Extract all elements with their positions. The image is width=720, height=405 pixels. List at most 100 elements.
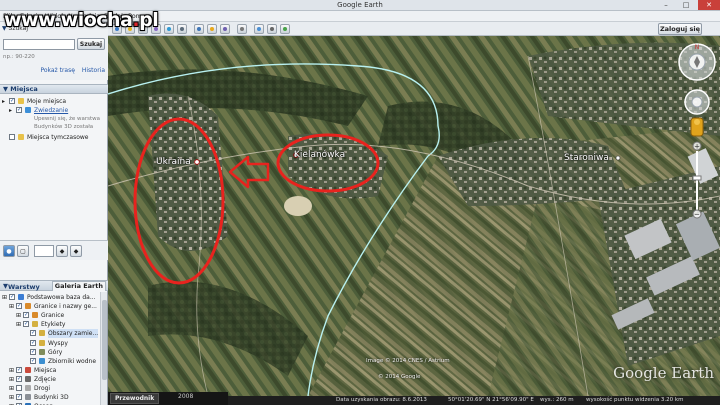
map-view[interactable]: Ukraina Kielanówka Staroniwa Image © 201… bbox=[108, 36, 720, 396]
clock-icon bbox=[197, 27, 201, 31]
layer-label: Zbiorniki wodne bbox=[48, 357, 97, 365]
search-button[interactable]: Szukaj bbox=[77, 38, 105, 50]
layer-item[interactable]: ✓ Góry bbox=[0, 348, 108, 357]
minimize-button[interactable]: – bbox=[658, 0, 674, 10]
places-controls: ● ▢ ◆ ◆ bbox=[0, 240, 108, 260]
next-button[interactable]: ◆ bbox=[70, 245, 82, 257]
layer-checkbox[interactable]: ✓ bbox=[30, 330, 36, 337]
overlay-icon bbox=[167, 27, 171, 31]
tab-earth-gallery[interactable]: Galeria Earth bbox=[51, 281, 106, 291]
email-button[interactable] bbox=[254, 24, 264, 34]
layers-header: ▼ Warstwy Galeria Earth bbox=[0, 280, 108, 291]
layer-item[interactable]: ✓ Obszary zamie... bbox=[0, 329, 108, 339]
layer-checkbox[interactable]: ✓ bbox=[16, 394, 22, 401]
tab-layers[interactable]: ▼ Warstwy bbox=[3, 282, 40, 291]
checkbox[interactable] bbox=[9, 134, 15, 140]
planet-icon bbox=[223, 27, 227, 31]
expand-icon[interactable]: ⊞ bbox=[9, 366, 14, 375]
layer-label: Zdjęcie bbox=[34, 375, 56, 383]
search-input[interactable] bbox=[3, 39, 75, 50]
place-label[interactable]: Zwiedzanie bbox=[34, 106, 68, 115]
layer-item[interactable]: ⊞ ✓ Miejsca bbox=[0, 366, 108, 375]
folder-icon bbox=[18, 98, 24, 104]
map-label-staroniwa[interactable]: Staroniwa bbox=[564, 153, 609, 163]
expand-icon[interactable]: ⊞ bbox=[2, 293, 7, 302]
expand-icon[interactable]: ⊞ bbox=[9, 384, 14, 393]
layer-checkbox[interactable]: ✓ bbox=[30, 348, 36, 355]
layer-checkbox[interactable]: ✓ bbox=[16, 375, 22, 382]
google-maps-button[interactable] bbox=[280, 24, 290, 34]
layer-label: Etykiety bbox=[41, 321, 66, 329]
login-button[interactable]: Zaloguj się bbox=[658, 23, 702, 35]
layer-label: Granice bbox=[41, 312, 65, 320]
window-title: Google Earth bbox=[337, 1, 383, 9]
layer-label: Miejsca bbox=[34, 366, 57, 374]
maximize-button[interactable]: □ bbox=[678, 0, 694, 10]
map-label-ukraina[interactable]: Ukraina bbox=[156, 157, 191, 167]
imagery-date: Data uzyskania obrazu: 8.6.2013 bbox=[336, 397, 427, 403]
expand-icon[interactable]: ⊞ bbox=[9, 302, 14, 311]
layer-checkbox[interactable]: ✓ bbox=[23, 312, 29, 319]
expand-icon[interactable]: ⊞ bbox=[9, 375, 14, 384]
ruler-button[interactable] bbox=[237, 24, 247, 34]
layer-checkbox[interactable]: ✓ bbox=[16, 366, 22, 373]
switch-planet-button[interactable] bbox=[220, 24, 230, 34]
ruler-icon bbox=[240, 27, 244, 31]
layer-item[interactable]: ⊞ ✓ Granice i nazwy ge... bbox=[0, 302, 108, 311]
navigation-controls[interactable]: N + − bbox=[676, 40, 718, 220]
folder-icon bbox=[18, 134, 24, 140]
layer-checkbox[interactable]: ✓ bbox=[23, 321, 29, 328]
place-tour[interactable]: ▸ ✓ Zwiedzanie bbox=[0, 106, 108, 115]
add-overlay-button[interactable] bbox=[164, 24, 174, 34]
layer-checkbox[interactable]: ✓ bbox=[9, 294, 15, 300]
layer-label: Granice i nazwy ge... bbox=[34, 303, 97, 311]
elevation: wys.: 260 m bbox=[540, 397, 574, 403]
close-button[interactable]: ✕ bbox=[698, 0, 720, 10]
checkbox[interactable]: ✓ bbox=[16, 107, 22, 113]
layers-scrollbar[interactable] bbox=[100, 292, 107, 405]
print-button[interactable] bbox=[267, 24, 277, 34]
taskbar: Przewodnik 2008 bbox=[108, 392, 228, 405]
history-link[interactable]: Historia bbox=[82, 67, 105, 74]
tour-icon bbox=[25, 107, 31, 113]
layer-checkbox[interactable]: ✓ bbox=[16, 303, 22, 310]
layer-item[interactable]: ⊞ ✓ Zdjęcie bbox=[0, 375, 108, 384]
street-view-pegman-icon bbox=[690, 117, 704, 137]
expand-icon[interactable]: ⊞ bbox=[16, 320, 21, 329]
toolbar: Zaloguj się bbox=[108, 22, 720, 36]
layer-checkbox[interactable]: ✓ bbox=[30, 357, 36, 364]
places-filter-input[interactable] bbox=[34, 245, 54, 257]
layer-label: Obszary zamie... bbox=[48, 329, 99, 339]
place-my-places[interactable]: ▸ ✓ Moje miejsca bbox=[0, 97, 108, 106]
view-button[interactable]: ▢ bbox=[17, 245, 29, 257]
expand-icon[interactable]: ⊞ bbox=[9, 393, 14, 402]
search-places-button[interactable]: ● bbox=[3, 245, 15, 257]
expand-icon[interactable]: ▸ bbox=[9, 106, 12, 115]
google-earth-logo: Google Earth bbox=[613, 364, 714, 382]
expand-icon[interactable]: ▸ bbox=[2, 97, 5, 106]
sun-icon bbox=[210, 27, 214, 31]
checkbox[interactable]: ✓ bbox=[9, 98, 15, 104]
layer-checkbox[interactable]: ✓ bbox=[30, 339, 36, 346]
places-header[interactable]: ▼ Miejsca bbox=[0, 84, 108, 94]
sunlight-button[interactable] bbox=[207, 24, 217, 34]
layer-checkbox[interactable] bbox=[16, 385, 22, 391]
layer-label: Budynki 3D bbox=[34, 394, 69, 402]
scrollbar-thumb[interactable] bbox=[102, 300, 107, 380]
layer-item[interactable]: ⊞ ✓ Budynki 3D bbox=[0, 393, 108, 402]
place-temporary[interactable]: Miejsca tymczasowe bbox=[0, 133, 108, 142]
layer-item[interactable]: ✓ Wyspy bbox=[0, 339, 108, 348]
map-label-kielanowka[interactable]: Kielanówka bbox=[294, 150, 345, 160]
layer-item[interactable]: ✓ Zbiorniki wodne bbox=[0, 357, 108, 366]
previous-button[interactable]: ◆ bbox=[56, 245, 68, 257]
layer-item[interactable]: ⊞ ✓ Etykiety bbox=[0, 320, 108, 329]
expand-icon[interactable]: ⊞ bbox=[16, 311, 21, 320]
layer-item[interactable]: ⊞ ✓ Podstawowa baza da... bbox=[0, 293, 108, 302]
layer-item[interactable]: ⊞ Drogi bbox=[0, 384, 108, 393]
historical-imagery-button[interactable] bbox=[194, 24, 204, 34]
guide-button[interactable]: Przewodnik bbox=[110, 393, 160, 404]
directions-link[interactable]: Pokaż trasę bbox=[40, 67, 75, 74]
dot-icon bbox=[32, 321, 38, 328]
record-tour-button[interactable] bbox=[177, 24, 187, 34]
layer-item[interactable]: ⊞ ✓ Granice bbox=[0, 311, 108, 320]
